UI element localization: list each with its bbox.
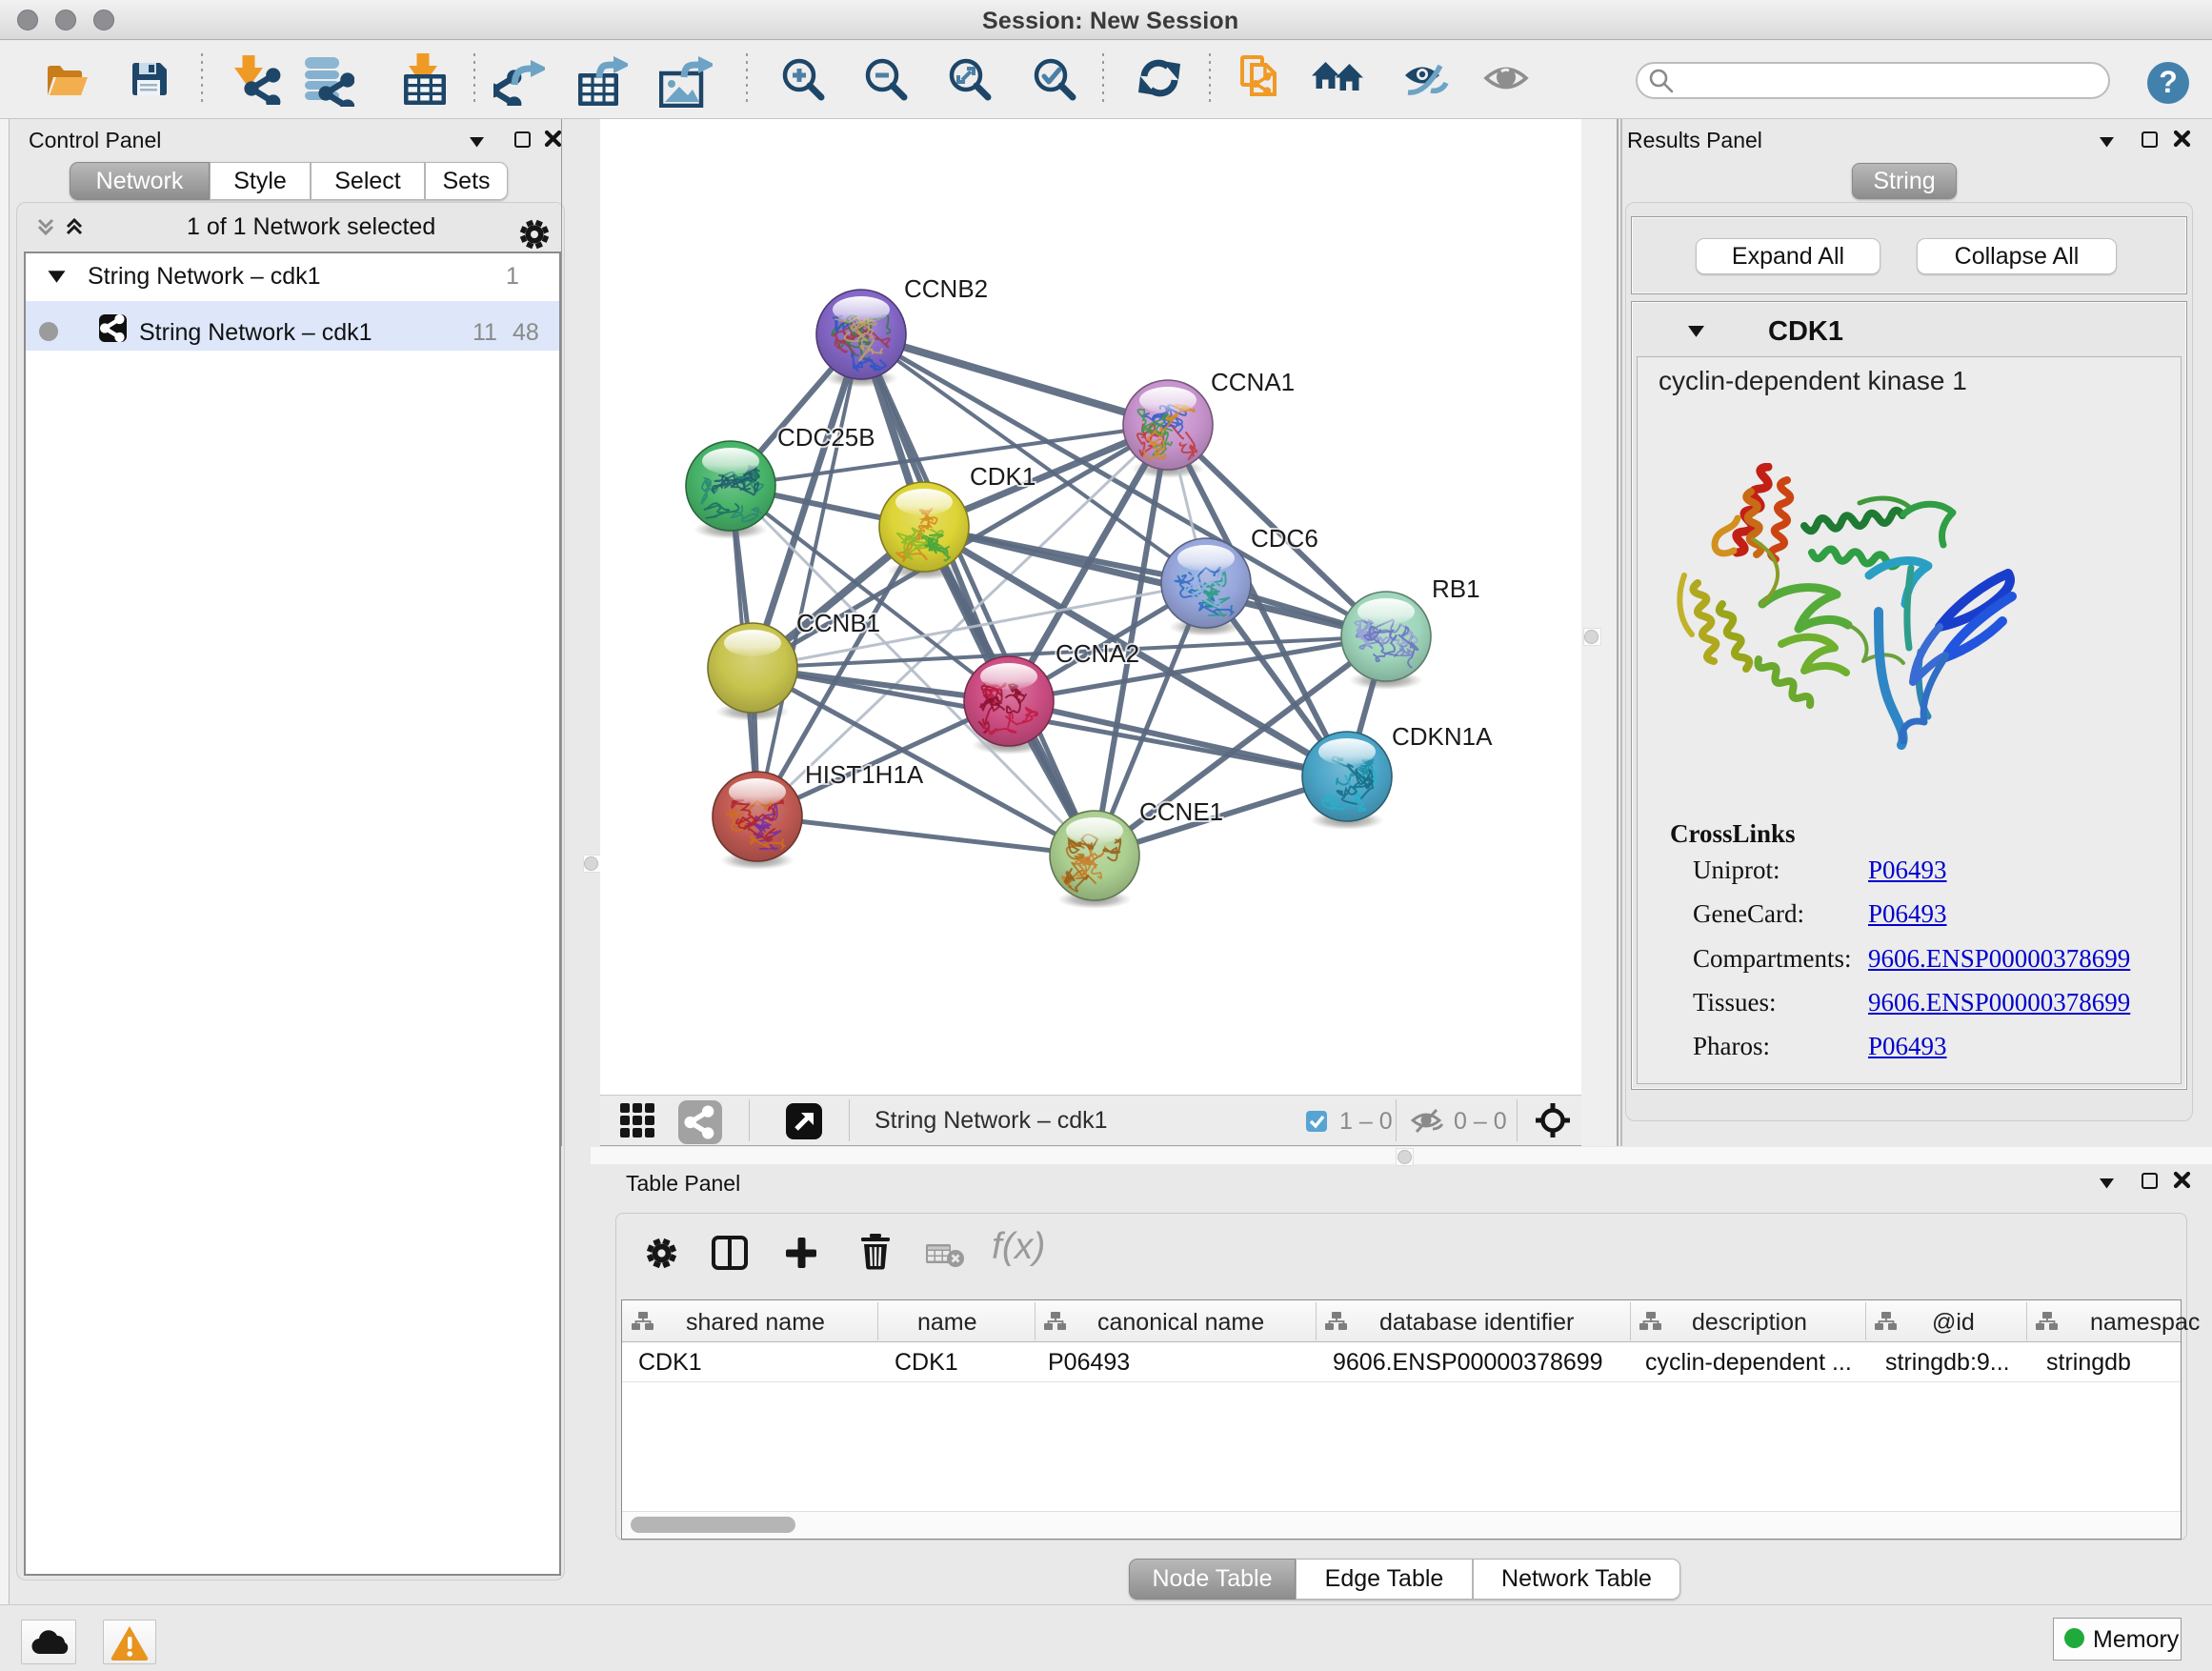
svg-text:?: ? (2159, 65, 2178, 99)
svg-text:CDKN1A: CDKN1A (1392, 722, 1493, 751)
svg-text:CCNA2: CCNA2 (1056, 639, 1139, 668)
svg-text:CCNA1: CCNA1 (1211, 368, 1295, 396)
svg-text:CDK1: CDK1 (970, 462, 1036, 491)
svg-text:CCNB1: CCNB1 (796, 609, 880, 637)
svg-text:CCNE1: CCNE1 (1139, 797, 1223, 826)
svg-text:CDC6: CDC6 (1251, 524, 1318, 553)
svg-text:RB1: RB1 (1432, 574, 1480, 603)
svg-text:CDC25B: CDC25B (777, 423, 875, 452)
svg-text:CCNB2: CCNB2 (904, 274, 988, 303)
svg-text:HIST1H1A: HIST1H1A (805, 760, 924, 789)
